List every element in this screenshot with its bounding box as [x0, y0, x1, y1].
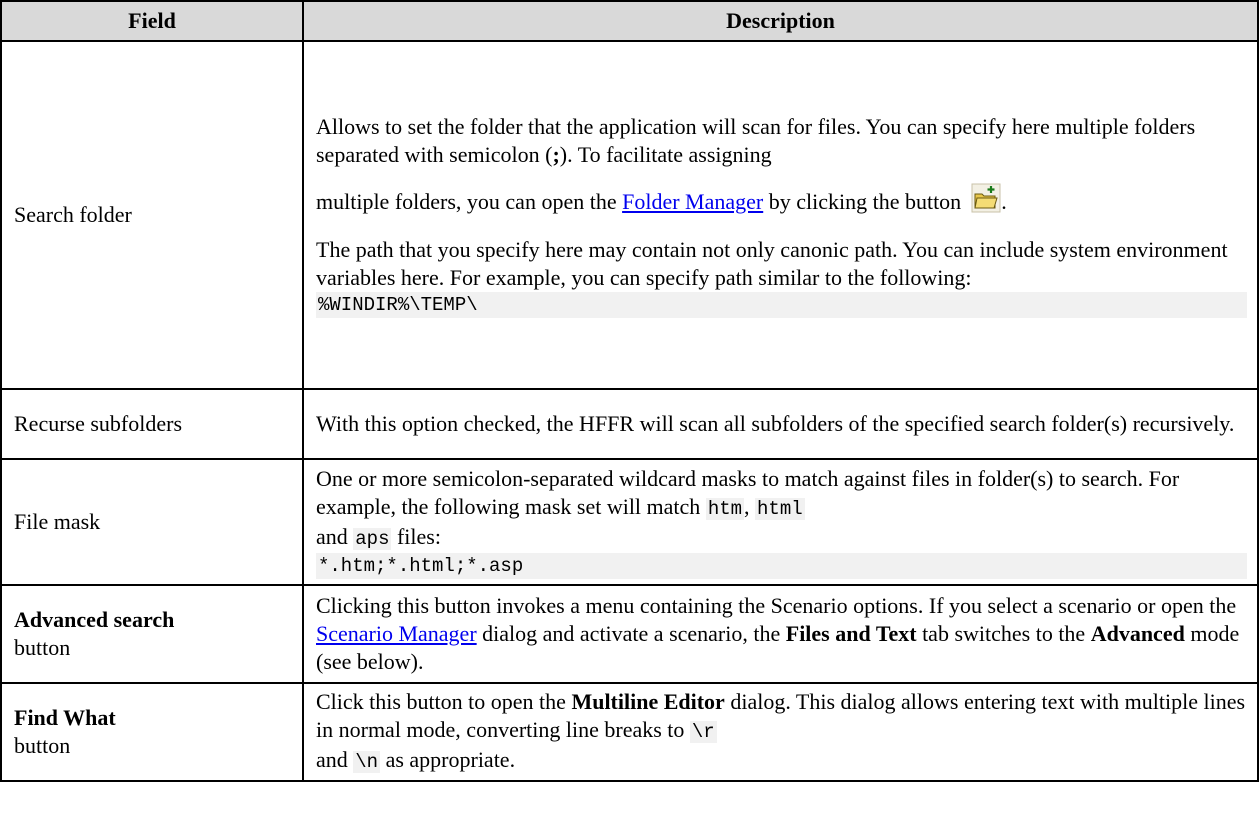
header-field: Field	[0, 0, 304, 42]
table-row: Search folder Allows to set the folder t…	[0, 40, 1259, 390]
folder-manager-link[interactable]: Folder Manager	[622, 189, 763, 214]
description-paragraph: The path that you specify here may conta…	[316, 236, 1228, 290]
field-name: Find What button	[0, 682, 304, 782]
description-paragraph: multiple folders, you can open the Folde…	[316, 183, 1247, 216]
field-description: With this option checked, the HFFR will …	[302, 388, 1259, 460]
table-row: Advanced search button Clicking this but…	[0, 584, 1259, 684]
description-paragraph: Allows to set the folder that the applic…	[316, 113, 1196, 167]
field-description: One or more semicolon-separated wildcard…	[302, 458, 1259, 586]
field-name-bold: Find What	[14, 705, 116, 730]
field-description: Clicking this button invokes a menu cont…	[302, 584, 1259, 684]
code-example: *.htm;*.html;*.asp	[316, 553, 1247, 579]
table-row: File mask One or more semicolon-separate…	[0, 458, 1259, 586]
field-name: Recurse subfolders	[0, 388, 304, 460]
header-description: Description	[302, 0, 1259, 42]
code-inline: htm	[705, 498, 745, 520]
field-description: Allows to set the folder that the applic…	[302, 40, 1259, 390]
code-inline: aps	[353, 528, 392, 550]
scenario-manager-link[interactable]: Scenario Manager	[316, 621, 477, 646]
folder-add-icon	[971, 183, 1001, 213]
field-name-suffix: button	[14, 733, 71, 758]
code-inline: \r	[689, 721, 717, 743]
field-description-table: Field Description Search folder Allows t…	[0, 0, 1259, 782]
field-name-suffix: button	[14, 635, 71, 660]
table-row: Recurse subfolders With this option chec…	[0, 388, 1259, 460]
code-example: %WINDIR%\TEMP\	[316, 291, 1247, 318]
field-description: Click this button to open the Multiline …	[302, 682, 1259, 782]
table-row: Find What button Click this button to op…	[0, 682, 1259, 782]
field-name: Search folder	[0, 40, 304, 390]
code-inline: \n	[353, 751, 381, 773]
field-name-bold: Advanced search	[14, 607, 175, 632]
header-row: Field Description	[0, 0, 1259, 42]
field-name: File mask	[0, 458, 304, 586]
code-inline: html	[755, 498, 805, 520]
field-name: Advanced search button	[0, 584, 304, 684]
